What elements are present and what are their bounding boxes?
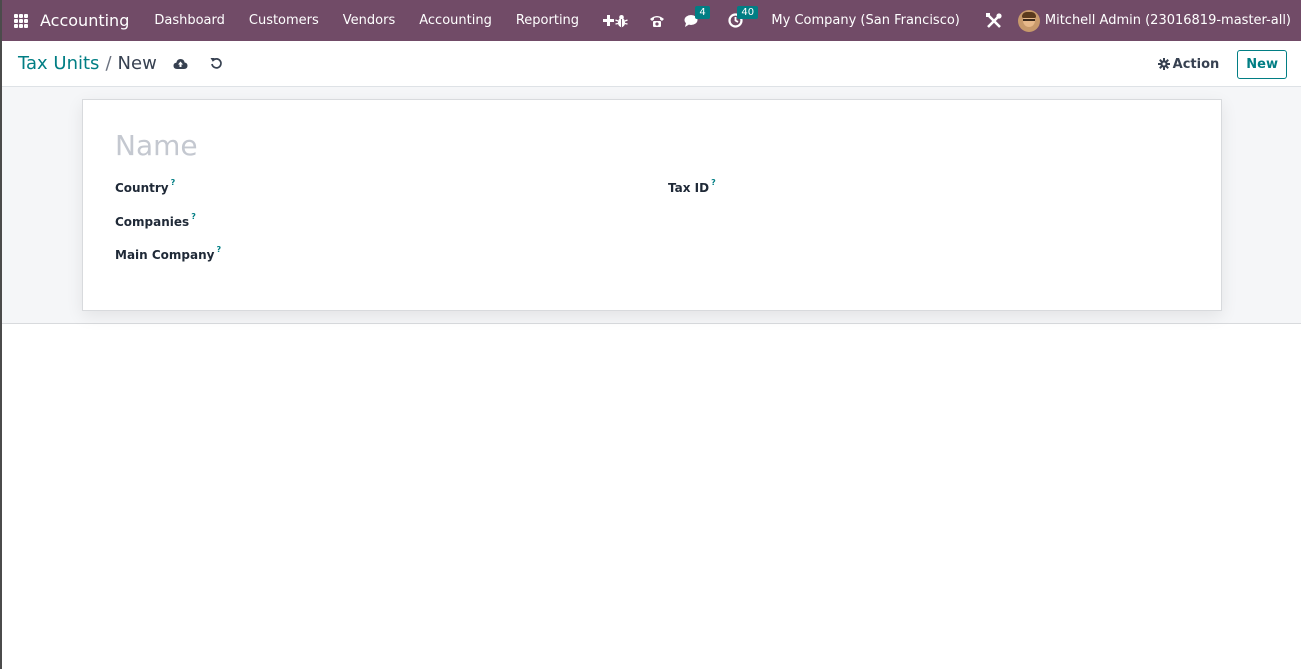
action-button[interactable]: Action	[1157, 56, 1220, 72]
form-view: Country? Companies? Main Company? Tax ID…	[2, 87, 1301, 324]
tax-id-label: Tax ID?	[668, 178, 716, 195]
country-help-icon[interactable]: ?	[171, 178, 176, 187]
company-switcher[interactable]: My Company (San Francisco)	[771, 13, 959, 28]
action-label: Action	[1172, 56, 1220, 72]
companies-field[interactable]	[263, 213, 643, 233]
navbar-systray: 4 40 My Company (San Francisco) Mitchell…	[603, 0, 1301, 41]
control-panel-actions: Action New	[1157, 41, 1287, 87]
top-navbar: Accounting Dashboard Customers Vendors A…	[2, 0, 1301, 41]
activities-badge: 40	[737, 5, 759, 19]
menu-reporting[interactable]: Reporting	[504, 13, 591, 28]
messages-badge: 4	[695, 5, 710, 19]
main-company-help-icon[interactable]: ?	[216, 245, 221, 254]
tax-id-field[interactable]	[783, 179, 1183, 199]
breadcrumb-tax-units[interactable]: Tax Units	[18, 53, 99, 74]
breadcrumb-separator: /	[105, 53, 112, 74]
chat-icon[interactable]: 4	[683, 5, 710, 31]
main-company-label: Main Company?	[115, 245, 222, 262]
discard-icon[interactable]	[207, 54, 227, 74]
breadcrumb-current: New	[117, 53, 157, 74]
companies-help-icon[interactable]: ?	[191, 212, 196, 221]
control-panel: Tax Units / New Action New	[2, 41, 1301, 87]
companies-label: Companies?	[115, 212, 196, 229]
apps-grid-icon[interactable]	[14, 13, 28, 28]
menu-accounting[interactable]: Accounting	[407, 13, 504, 28]
menu-customers[interactable]: Customers	[237, 13, 331, 28]
form-sheet: Country? Companies? Main Company? Tax ID…	[82, 99, 1222, 311]
user-menu[interactable]: Mitchell Admin (23016819-master-all)	[1017, 9, 1291, 32]
country-label: Country?	[115, 178, 176, 195]
tools-icon[interactable]	[984, 11, 1004, 31]
main-company-field[interactable]	[263, 246, 643, 266]
new-button[interactable]: New	[1237, 49, 1287, 79]
bug-icon[interactable]	[611, 11, 631, 31]
menu-vendors[interactable]: Vendors	[331, 13, 407, 28]
tax-id-help-icon[interactable]: ?	[711, 178, 716, 187]
breadcrumb: Tax Units / New	[18, 53, 157, 74]
save-cloud-icon[interactable]	[171, 54, 191, 74]
gear-icon	[1157, 58, 1170, 70]
country-field[interactable]	[263, 179, 643, 199]
user-name: Mitchell Admin (23016819-master-all)	[1044, 13, 1291, 28]
phone-icon[interactable]	[647, 11, 667, 31]
clock-icon[interactable]: 40	[725, 5, 759, 31]
avatar	[1017, 9, 1040, 32]
menu-dashboard[interactable]: Dashboard	[142, 13, 237, 28]
app-name[interactable]: Accounting	[40, 11, 129, 30]
name-input[interactable]	[115, 126, 1185, 164]
